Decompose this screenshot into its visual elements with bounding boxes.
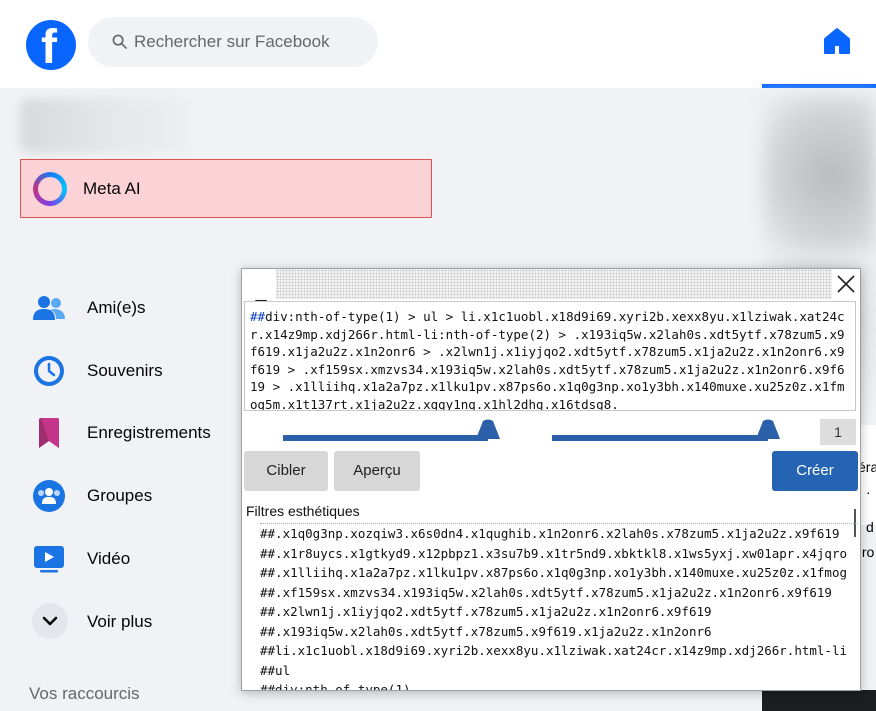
sidebar-item-saved[interactable]: Enregistrements (20, 404, 240, 460)
memories-clock-icon (34, 356, 64, 386)
selector-text: ##div:nth-of-type(1) > ul > li.x1c1uobl.… (250, 308, 850, 411)
slider-thumb[interactable] (475, 419, 501, 441)
selector-textarea[interactable]: ##div:nth-of-type(1) > ul > li.x1c1uobl.… (244, 301, 856, 411)
filter-item[interactable]: ##.x2lwn1j.x1iyjqo2.xdt5ytf.x78zum5.x1ja… (260, 602, 858, 622)
facebook-logo-letter: f (41, 21, 57, 74)
sidebar-item-label: Enregistrements (87, 423, 211, 442)
filter-item[interactable]: ##li.x1c1uobl.x18d9i69.xyri2b.xexx8yu.x1… (260, 641, 858, 661)
match-counter: 1 (820, 419, 856, 445)
filter-item[interactable]: ##.x193iq5w.x2lah0s.xdt5ytf.x78zum5.x9f6… (260, 622, 858, 642)
slider-track (283, 435, 489, 441)
cosmetic-filters-list: ##.x1q0g3np.xozqiw3.x6s0dn4.x1qughib.x1n… (260, 523, 858, 690)
preview-button[interactable]: Aperçu (334, 451, 420, 491)
filter-item[interactable]: ##ul (260, 661, 858, 681)
chevron-down-icon (42, 616, 58, 626)
right-panel-text: · (866, 484, 871, 500)
sidebar-item-label: Groupes (87, 486, 153, 505)
sidebar-item-video[interactable]: Vidéo (20, 530, 240, 586)
target-button[interactable]: Cibler (244, 451, 328, 491)
depth-slider[interactable] (283, 419, 519, 443)
sidebar-item-label: Voir plus (87, 612, 153, 631)
create-button[interactable]: Créer (772, 451, 858, 491)
sidebar-item-label: Meta AI (83, 179, 141, 198)
top-bar: f (0, 0, 876, 88)
sidebar-item-see-more[interactable]: Voir plus (20, 593, 240, 649)
sidebar-item-friends[interactable]: Ami(e)s (20, 279, 240, 335)
shortcuts-heading: Vos raccourcis (29, 684, 140, 703)
search-input[interactable] (134, 26, 364, 58)
profile-item-blurred[interactable] (20, 98, 190, 153)
friends-icon (33, 296, 65, 320)
bookmark-icon (39, 418, 59, 448)
filter-item[interactable]: ##.x1lliihq.x1a2a7pz.x1lku1pv.x87ps6o.x1… (260, 563, 858, 583)
filter-item[interactable]: ##.x1q0g3np.xozqiw3.x6s0dn4.x1qughib.x1n… (260, 523, 858, 544)
right-panel-text: d (866, 519, 874, 535)
search-icon (112, 34, 127, 49)
slider-thumb[interactable] (755, 419, 781, 441)
video-icon (34, 546, 64, 573)
meta-ai-icon (33, 172, 67, 206)
dialog-drag-handle[interactable] (276, 269, 832, 299)
slider-track (552, 435, 768, 441)
specificity-slider[interactable] (552, 419, 806, 443)
filter-item[interactable]: ##div:nth-of-type(1) (260, 680, 858, 690)
selector-body: div:nth-of-type(1) > ul > li.x1c1uobl.x1… (250, 309, 845, 411)
contact-blurred (762, 95, 876, 255)
home-tab-indicator (762, 84, 876, 88)
minimize-button[interactable]: _ (248, 271, 274, 302)
facebook-logo[interactable]: f (26, 20, 76, 74)
sidebar-item-label: Souvenirs (87, 361, 163, 380)
search-box[interactable] (88, 17, 378, 67)
filter-item[interactable]: ##.x1r8uycs.x1gtkyd9.x12pbpz1.x3su7b9.x1… (260, 544, 858, 564)
filter-item[interactable]: ##.xf159sx.xmzvs34.x193iq5w.x2lah0s.xdt5… (260, 583, 858, 603)
sidebar-item-label: Vidéo (87, 549, 131, 568)
close-icon[interactable] (834, 272, 858, 296)
see-more-circle (32, 603, 68, 639)
sidebar-item-memories[interactable]: Souvenirs (20, 342, 240, 398)
cosmetic-filters-title: Filtres esthétiques (246, 503, 360, 519)
right-panel-dark-area (762, 690, 876, 711)
sidebar-item-meta-ai[interactable]: Meta AI (20, 159, 432, 218)
sidebar-item-label: Ami(e)s (87, 298, 146, 317)
selector-prefix: ## (250, 309, 266, 324)
element-picker-dialog: _ ##div:nth-of-type(1) > ul > li.x1c1uob… (241, 268, 861, 691)
groups-icon (33, 480, 65, 512)
sidebar-item-groups[interactable]: Groupes (20, 467, 240, 523)
home-icon[interactable] (822, 26, 852, 56)
